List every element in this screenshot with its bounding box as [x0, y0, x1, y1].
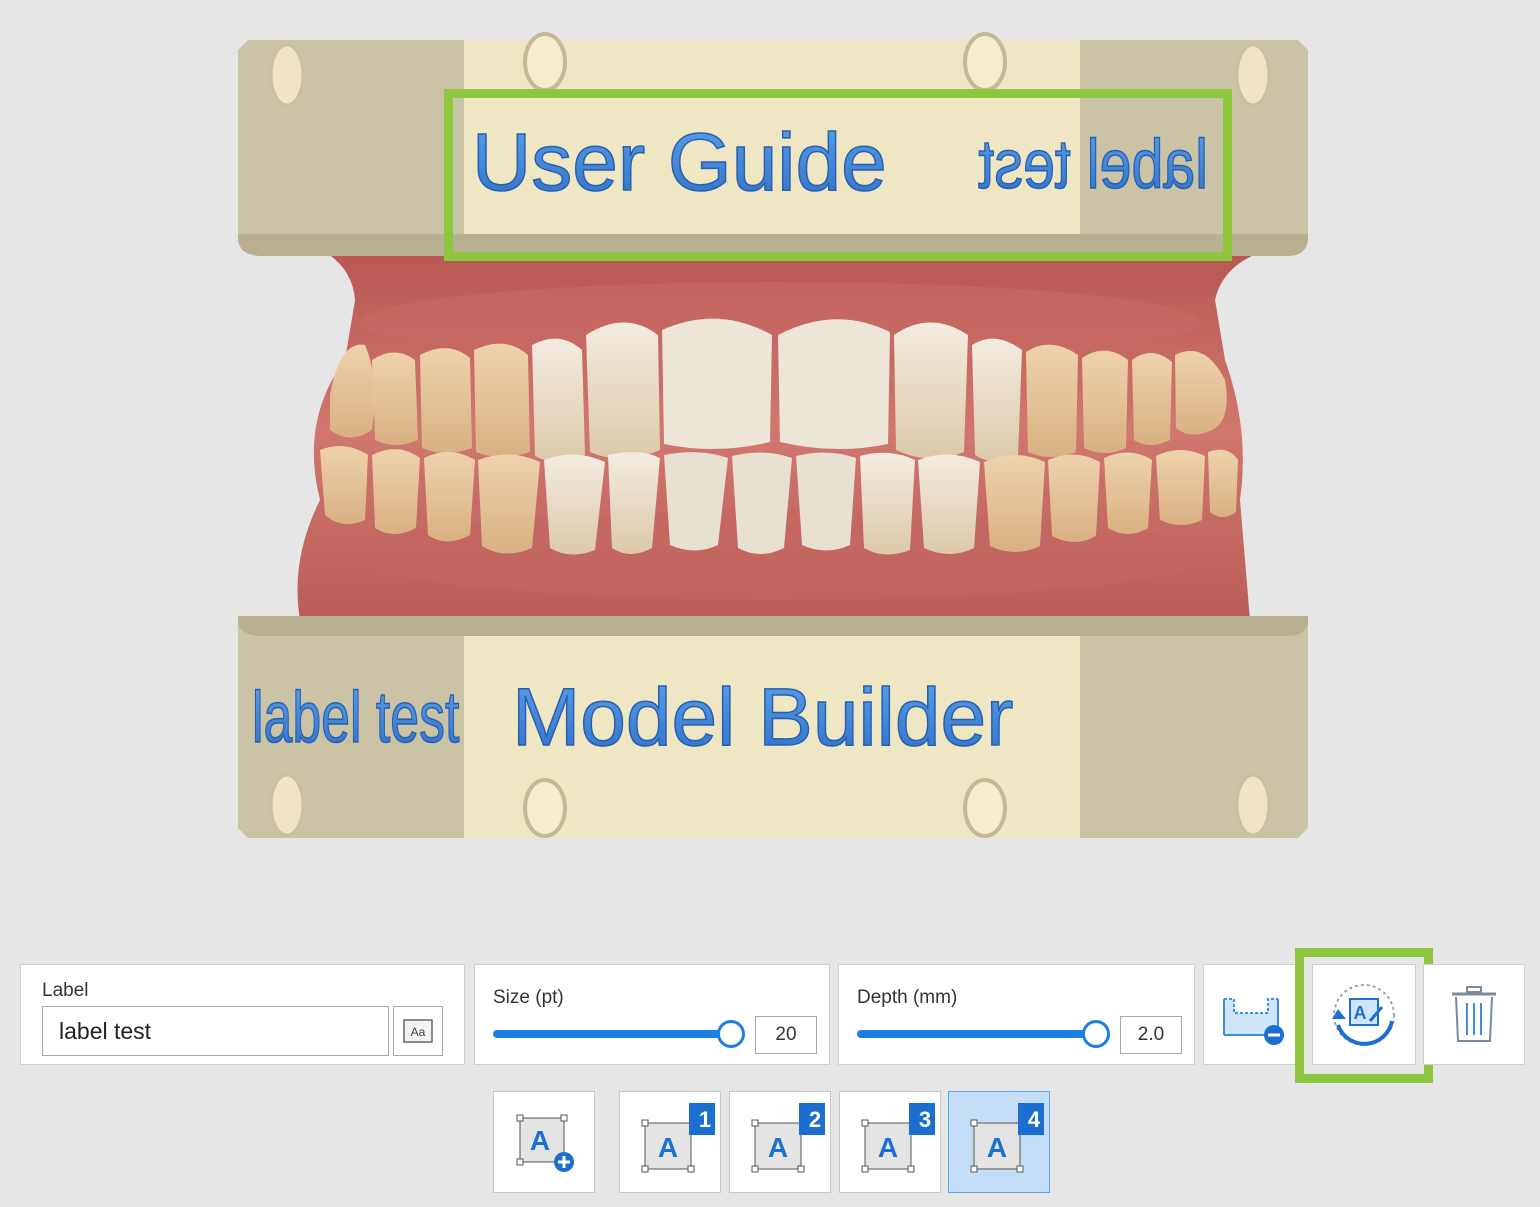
label-slot-3[interactable]: A 3 — [839, 1091, 941, 1193]
size-slider-thumb[interactable] — [717, 1020, 745, 1048]
label-slot-2[interactable]: A 2 — [729, 1091, 831, 1193]
flip-button-highlight — [1295, 948, 1433, 1083]
depth-value-field[interactable]: 2.0 — [1120, 1016, 1182, 1054]
selected-label-highlight — [444, 89, 1232, 261]
label-title: Label — [42, 980, 89, 1001]
emboss-deboss-button[interactable] — [1203, 964, 1303, 1065]
svg-text:4: 4 — [1028, 1107, 1041, 1132]
svg-text:A: A — [768, 1132, 788, 1163]
depth-panel: Depth (mm) 2.0 — [838, 964, 1195, 1065]
label-3-icon: A 3 — [861, 1103, 935, 1173]
label-1-icon: A 1 — [641, 1103, 715, 1173]
size-title: Size (pt) — [493, 987, 564, 1008]
trash-icon — [1452, 985, 1496, 1042]
font-icon: Aa — [403, 1019, 433, 1043]
emboss-deboss-icon — [1223, 997, 1284, 1045]
add-label-icon: A — [516, 1114, 574, 1172]
svg-text:Aa: Aa — [411, 1025, 426, 1039]
svg-text:3: 3 — [919, 1107, 931, 1132]
label-slot-1[interactable]: A 1 — [619, 1091, 721, 1193]
label-text-input[interactable]: label test — [42, 1006, 389, 1056]
svg-text:A: A — [987, 1132, 1007, 1163]
svg-text:A: A — [878, 1132, 898, 1163]
svg-text:A: A — [530, 1125, 550, 1156]
label-2-icon: A 2 — [751, 1103, 825, 1173]
svg-text:2: 2 — [809, 1107, 821, 1132]
depth-slider-thumb[interactable] — [1082, 1020, 1110, 1048]
label-panel: Label label test Aa — [20, 964, 465, 1065]
lower-label-text[interactable]: Model Builder — [511, 671, 1014, 764]
delete-label-button[interactable] — [1423, 964, 1525, 1065]
size-value-field[interactable]: 20 — [755, 1016, 817, 1054]
depth-title: Depth (mm) — [857, 987, 958, 1008]
add-label-button[interactable]: A — [493, 1091, 595, 1193]
size-slider-track[interactable] — [493, 1030, 733, 1038]
depth-slider-track[interactable] — [857, 1030, 1097, 1038]
side-label-text[interactable]: label test — [251, 677, 460, 759]
svg-text:A: A — [658, 1132, 678, 1163]
size-panel: Size (pt) 20 — [474, 964, 830, 1065]
svg-text:1: 1 — [699, 1107, 711, 1132]
label-slot-4[interactable]: A 4 — [948, 1091, 1050, 1193]
font-button[interactable]: Aa — [393, 1006, 443, 1056]
label-4-icon: A 4 — [970, 1103, 1044, 1173]
